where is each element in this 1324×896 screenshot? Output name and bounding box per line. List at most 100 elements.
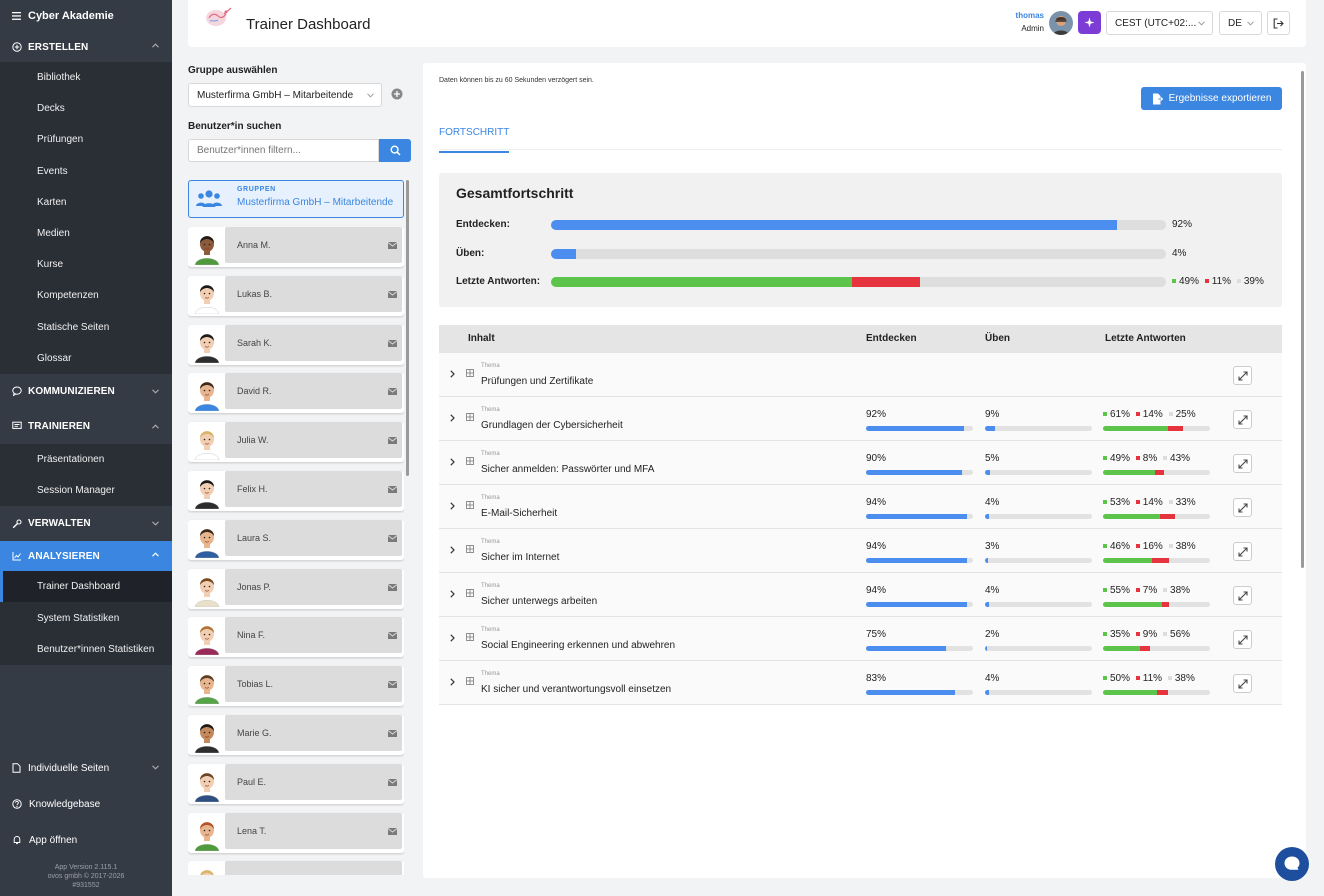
user-card[interactable]: Lena T. bbox=[188, 812, 404, 853]
row-details-button[interactable] bbox=[1233, 498, 1252, 517]
expand-chevron-icon[interactable] bbox=[450, 502, 455, 510]
group-card[interactable]: GRUPPEN Musterfirma GmbH – Mitarbeitende bbox=[188, 180, 404, 218]
table-row[interactable]: Thema Social Engineering erkennen und abw… bbox=[439, 617, 1282, 661]
timezone-select[interactable]: CEST (UTC+02:... bbox=[1106, 11, 1213, 35]
expand-chevron-icon[interactable] bbox=[450, 678, 455, 686]
table-row[interactable]: Thema Grundlagen der Cybersicherheit 92% 9%… bbox=[439, 397, 1282, 441]
mail-icon[interactable] bbox=[388, 730, 397, 737]
ai-sparkle-button[interactable] bbox=[1078, 11, 1101, 34]
avatar[interactable] bbox=[1049, 11, 1073, 35]
sidebar-section-kommunizieren[interactable]: KOMMUNIZIEREN bbox=[0, 374, 172, 409]
row-details-button[interactable] bbox=[1233, 366, 1252, 385]
sidebar-item-pruefungen[interactable]: Prüfungen bbox=[0, 124, 172, 155]
user-card[interactable]: Anna M. bbox=[188, 227, 404, 267]
mail-icon[interactable] bbox=[388, 486, 397, 493]
sidebar-link-individuelle-seiten[interactable]: Individuelle Seiten bbox=[0, 750, 172, 786]
sidebar-brand[interactable]: Cyber Akademie bbox=[0, 0, 172, 32]
row-details-button[interactable] bbox=[1233, 586, 1252, 605]
sidebar-section-trainieren[interactable]: TRAINIEREN bbox=[0, 409, 172, 444]
row-details-button[interactable] bbox=[1233, 630, 1252, 649]
user-card[interactable]: Julia W. bbox=[188, 422, 404, 463]
user-name: Paul E. bbox=[225, 763, 402, 800]
user-card[interactable]: Felix H. bbox=[188, 471, 404, 511]
sidebar-section-analysieren[interactable]: ANALYSIEREN bbox=[0, 541, 172, 572]
chat-button[interactable] bbox=[1275, 847, 1309, 881]
user-card[interactable]: Lukas B. bbox=[188, 275, 404, 316]
mail-icon[interactable] bbox=[388, 534, 397, 542]
sidebar-item-glossar[interactable]: Glossar bbox=[0, 343, 172, 374]
row-details-button[interactable] bbox=[1233, 410, 1252, 429]
row-details-button[interactable] bbox=[1233, 542, 1252, 561]
logout-button[interactable] bbox=[1267, 11, 1290, 35]
chevron-down-icon bbox=[152, 521, 159, 526]
sidebar-item-kurse[interactable]: Kurse bbox=[0, 249, 172, 280]
mail-icon[interactable] bbox=[388, 242, 397, 249]
row-details-button[interactable] bbox=[1233, 674, 1252, 693]
row-discover-fill bbox=[866, 690, 955, 695]
main-scrollbar[interactable] bbox=[1301, 71, 1304, 568]
user-card[interactable]: Sarah K. bbox=[188, 324, 404, 365]
mail-icon[interactable] bbox=[388, 778, 397, 786]
expand-chevron-icon[interactable] bbox=[450, 458, 455, 466]
user-list-scrollbar[interactable] bbox=[406, 180, 409, 476]
expand-chevron-icon[interactable] bbox=[450, 414, 455, 422]
mail-icon[interactable] bbox=[388, 388, 397, 396]
user-info[interactable]: thomas Admin bbox=[1004, 11, 1044, 33]
add-group-icon[interactable] bbox=[391, 88, 403, 100]
user-card[interactable]: Paul E. bbox=[188, 763, 404, 804]
row-title: Sicher im Internet bbox=[481, 552, 560, 563]
table-row[interactable]: Thema Sicher im Internet 94% 3% 46% 16% 38% bbox=[439, 529, 1282, 573]
mail-icon[interactable] bbox=[388, 437, 397, 445]
sidebar-section-erstellen[interactable]: ERSTELLEN bbox=[0, 32, 172, 62]
plus-circle-icon bbox=[12, 42, 22, 52]
table-row[interactable]: Thema Sicher unterwegs arbeiten 94% 4% 55% 7… bbox=[439, 573, 1282, 617]
user-search-input[interactable] bbox=[188, 139, 379, 162]
user-name[interactable]: thomas bbox=[1004, 11, 1044, 20]
sidebar-item-bibliothek[interactable]: Bibliothek bbox=[0, 62, 172, 93]
sidebar-section-verwalten[interactable]: VERWALTEN bbox=[0, 506, 172, 541]
mail-icon[interactable] bbox=[388, 681, 397, 689]
sidebar-item-benutzer-statistiken[interactable]: Benutzer*innen Statistiken bbox=[0, 634, 172, 665]
sidebar-link-app-oeffnen[interactable]: App öffnen bbox=[0, 822, 172, 858]
sidebar-item-session-manager[interactable]: Session Manager bbox=[0, 475, 172, 506]
mail-icon[interactable] bbox=[388, 339, 397, 347]
sidebar-item-kompetenzen[interactable]: Kompetenzen bbox=[0, 280, 172, 311]
sidebar-link-knowledgebase[interactable]: Knowledgebase bbox=[0, 786, 172, 822]
table-row[interactable]: Thema E-Mail-Sicherheit 94% 4% 53% 14% 33% bbox=[439, 485, 1282, 529]
mail-icon[interactable] bbox=[388, 583, 397, 591]
expand-chevron-icon[interactable] bbox=[450, 634, 455, 642]
sidebar-item-karten[interactable]: Karten bbox=[0, 187, 172, 218]
table-row[interactable]: Thema Prüfungen und Zertifikate bbox=[439, 353, 1282, 397]
row-details-button[interactable] bbox=[1233, 454, 1252, 473]
expand-chevron-icon[interactable] bbox=[450, 370, 455, 378]
user-card[interactable]: Nina F. bbox=[188, 617, 404, 658]
expand-chevron-icon[interactable] bbox=[450, 546, 455, 554]
sidebar-item-decks[interactable]: Decks bbox=[0, 93, 172, 124]
language-select[interactable]: DE bbox=[1219, 11, 1262, 35]
menu-icon[interactable] bbox=[12, 12, 21, 20]
search-button[interactable] bbox=[379, 139, 411, 162]
user-card[interactable] bbox=[188, 861, 404, 875]
user-card[interactable]: Jonas P. bbox=[188, 568, 404, 609]
mail-icon[interactable] bbox=[388, 632, 397, 640]
sidebar-item-system-statistiken[interactable]: System Statistiken bbox=[0, 602, 172, 633]
export-results-button[interactable]: Ergebnisse exportieren bbox=[1141, 87, 1282, 110]
mail-icon[interactable] bbox=[388, 827, 397, 835]
table-row[interactable]: Thema Sicher anmelden: Passwörter und MFA… bbox=[439, 441, 1282, 485]
user-card[interactable]: David R. bbox=[188, 373, 404, 414]
user-avatar bbox=[194, 480, 220, 509]
sidebar-item-events[interactable]: Events bbox=[0, 156, 172, 187]
user-card[interactable]: Tobias L. bbox=[188, 666, 404, 707]
sidebar-item-trainer-dashboard[interactable]: Trainer Dashboard bbox=[0, 571, 172, 603]
wrong-marker bbox=[1135, 499, 1140, 504]
user-card[interactable]: Marie G. bbox=[188, 715, 404, 755]
group-select[interactable]: Musterfirma GmbH – Mitarbeitende bbox=[188, 83, 382, 107]
expand-chevron-icon[interactable] bbox=[450, 590, 455, 598]
mail-icon[interactable] bbox=[388, 290, 397, 298]
sidebar-item-statische-seiten[interactable]: Statische Seiten bbox=[0, 312, 172, 343]
page-icon bbox=[12, 763, 21, 773]
sidebar-item-medien[interactable]: Medien bbox=[0, 218, 172, 249]
table-row[interactable]: Thema KI sicher und verantwortungsvoll ei… bbox=[439, 661, 1282, 705]
user-card[interactable]: Laura S. bbox=[188, 519, 404, 560]
sidebar-item-praesentationen[interactable]: Präsentationen bbox=[0, 444, 172, 475]
